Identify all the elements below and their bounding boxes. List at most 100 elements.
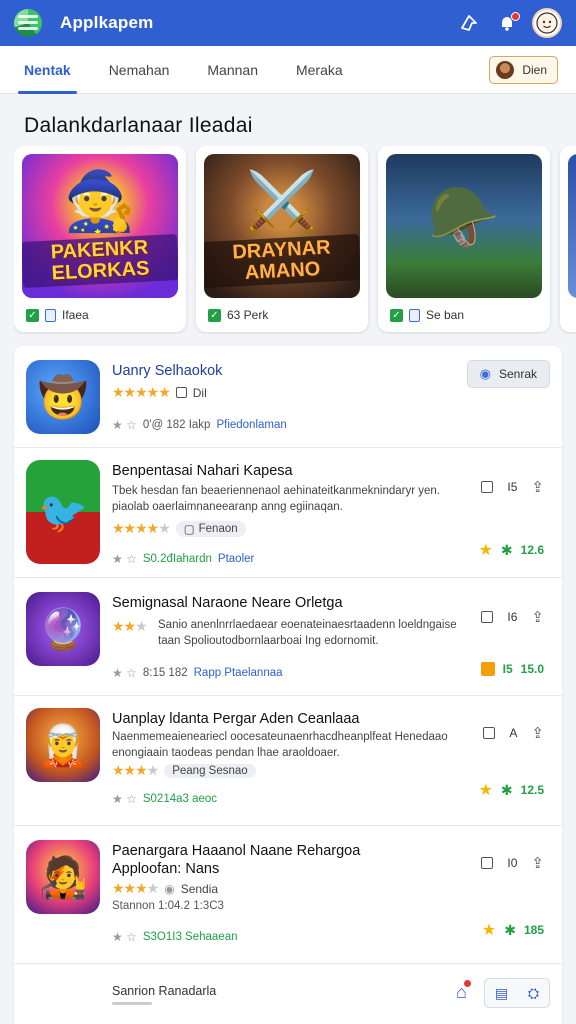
viking-icon: 🧑‍🎤	[26, 840, 100, 914]
badge-icon	[480, 662, 495, 676]
info-icon: ◉	[164, 881, 175, 896]
share-icon[interactable]: ⇪	[531, 724, 544, 742]
row-score: ★ ✱ 12.6	[479, 540, 544, 560]
bookmark-checkbox[interactable]	[481, 611, 494, 623]
profile-button[interactable]: Dien	[489, 56, 558, 84]
star-outline-icon: ★ ☆	[112, 792, 137, 806]
featured-carousel[interactable]: 🧙 PAKENKR ELORKAS ✓ Ifaea ⚔️ DRAYNAR AMA…	[14, 146, 576, 334]
item-count: A	[509, 726, 518, 740]
category-pill: Peang Sesnao	[164, 763, 256, 778]
score-value: 15.0	[520, 662, 544, 676]
check-icon: ✓	[26, 308, 39, 322]
featured-image	[568, 154, 576, 298]
featured-footer-label: Ifaea	[62, 308, 89, 322]
section-title: Dalankdarlanaar Ileadai	[24, 114, 253, 137]
meta-link[interactable]: Pfiedonlaman	[216, 419, 286, 431]
list-item[interactable]: 🧝 Uanplay ldanta Pergar Aden Ceanlaaa Na…	[14, 696, 562, 826]
wizard-icon: 🧙	[63, 169, 137, 234]
app-meta: ★ ☆ S3O1I3 Sehaaean	[112, 930, 238, 944]
featured-footer-label: 63 Perk	[227, 308, 269, 322]
secondary-button[interactable]: ◉ Senrak	[466, 360, 550, 388]
row-actions: I6 ⇪	[481, 608, 544, 626]
bottom-label: Sanrion Ranadarla	[112, 984, 217, 998]
meta-text: S3O1I3 Sehaaean	[142, 931, 238, 943]
warrior-icon: ⚔️	[245, 169, 319, 234]
tab-nentak[interactable]: Nentak	[18, 46, 77, 94]
app-meta: ★ ☆ S0.2đIahardn Ptaoler	[112, 552, 254, 566]
bookmark-checkbox[interactable]	[483, 727, 496, 739]
app-title[interactable]: Benpentasai Nahari Kapesa	[112, 462, 432, 480]
bookmark-checkbox[interactable]	[481, 857, 494, 869]
featured-footer: ✓ Ifaea	[22, 308, 178, 322]
app-title[interactable]: Semignasal Naraone Neare Orletga	[112, 594, 432, 612]
featured-footer: ✓ 63 Perk	[204, 308, 360, 322]
app-description: Naenmemeaieneariecl oocesateunaenrhacdhe…	[112, 731, 448, 759]
app-bar: Applkapem	[0, 0, 576, 46]
share-icon[interactable]: ⇪	[531, 478, 544, 496]
home-badge	[463, 980, 471, 987]
list-item[interactable]: 🧑‍🎤 Paenargara Haaanol Naane Rehargoa Ap…	[14, 826, 562, 964]
tab-nemahan[interactable]: Nemahan	[109, 46, 170, 94]
secondary-button-label: Senrak	[498, 367, 537, 381]
user-icon[interactable]: ⛭	[528, 985, 539, 1002]
bottom-actions: ▤ ⛭	[484, 978, 550, 1008]
app-title[interactable]: Uanplay ldanta Pergar Aden Ceanlaaa	[112, 710, 432, 728]
star-icon: ★	[478, 782, 493, 799]
featured-image: ⚔️ DRAYNAR AMANO	[204, 154, 360, 298]
star-rating: ★★★★ ◉ Sendia	[112, 880, 218, 897]
soldier-icon: 🪖	[427, 185, 501, 250]
sub-meta-text: Stannon 1:04.2 1:3C3	[112, 900, 224, 912]
notification-icon[interactable]	[494, 10, 520, 36]
meta-link[interactable]: Rapp Ptaelannaa	[194, 667, 283, 679]
app-title: Applkapem	[60, 13, 154, 32]
featured-card-partial[interactable]	[560, 146, 576, 332]
featured-footer-label: Se ban	[426, 308, 465, 322]
app-title[interactable]: Paenargara Haaanol Naane Rehargoa Apploo…	[112, 842, 432, 878]
item-count: I0	[507, 856, 518, 870]
meta-link[interactable]: Ptaoler	[218, 553, 254, 565]
share-icon[interactable]: ⇪	[531, 608, 544, 626]
featured-banner: PAKENKR ELORKAS	[22, 233, 178, 289]
star-outline-icon: ★ ☆	[112, 418, 137, 432]
app-sub-meta: Stannon 1:04.2 1:3C3	[112, 900, 224, 912]
document-icon	[409, 308, 420, 322]
logo-icon[interactable]	[14, 9, 42, 37]
star-icon: ★	[478, 542, 493, 559]
orb-icon: 🔮	[26, 592, 100, 666]
share-icon[interactable]	[456, 10, 482, 36]
row-score: ★ ✱ 12.5	[479, 780, 544, 800]
bookmark-checkbox[interactable]	[481, 481, 494, 493]
app-title[interactable]: Uanry Selhaokok	[112, 362, 432, 380]
item-count: I6	[507, 610, 518, 624]
list-item[interactable]: 🤠 Uanry Selhaokok ★★★★★ Dil ★ ☆ 0'@ 182 …	[14, 346, 562, 448]
featured-card[interactable]: ⚔️ DRAYNAR AMANO ✓ 63 Perk	[196, 146, 368, 332]
stars-icon: ★★★★★	[112, 384, 171, 400]
tab-meraka[interactable]: Meraka	[296, 46, 343, 94]
app-list: 🤠 Uanry Selhaokok ★★★★★ Dil ★ ☆ 0'@ 182 …	[14, 346, 562, 1024]
star-rating: ★★★	[112, 618, 148, 635]
profile-button-label: Dien	[522, 63, 547, 77]
row-actions: A ⇪	[483, 724, 544, 742]
score-value: 185	[523, 923, 544, 937]
list-view-icon[interactable]: ▤	[495, 985, 508, 1002]
star-outline-icon: ★ ☆	[112, 666, 137, 680]
star-rating: ★★★★★ Dil	[112, 384, 207, 401]
tab-bar: Nentak Nemahan Mannan Meraka Dien	[0, 46, 576, 94]
rating-text: Dil	[192, 385, 207, 400]
tab-mannan[interactable]: Mannan	[207, 46, 258, 94]
row-actions: I0 ⇪	[481, 854, 544, 872]
featured-card[interactable]: 🪖 ✓ Se ban	[378, 146, 550, 332]
stars-icon: ★★★	[112, 618, 148, 634]
adventurer-icon: 🤠	[26, 360, 100, 434]
featured-card[interactable]: 🧙 PAKENKR ELORKAS ✓ Ifaea	[14, 146, 186, 332]
home-icon[interactable]: ⌂	[456, 980, 471, 1003]
list-item[interactable]: 🐦 Benpentasai Nahari Kapesa Tbek hesdan …	[14, 448, 562, 578]
bottom-bar: Sanrion Ranadarla ⌂ ▤ ⛭	[14, 964, 562, 1024]
profile-avatar	[496, 61, 515, 79]
list-item[interactable]: 🔮 Semignasal Naraone Neare Orletga Sanio…	[14, 578, 562, 696]
meta-text: S0.2đIahardn	[142, 553, 212, 565]
score-value: 12.5	[520, 783, 544, 797]
share-icon[interactable]: ⇪	[531, 854, 544, 872]
avatar[interactable]	[532, 8, 562, 38]
star-rating: ★★★★★ ▢ Fenaon	[112, 520, 246, 537]
